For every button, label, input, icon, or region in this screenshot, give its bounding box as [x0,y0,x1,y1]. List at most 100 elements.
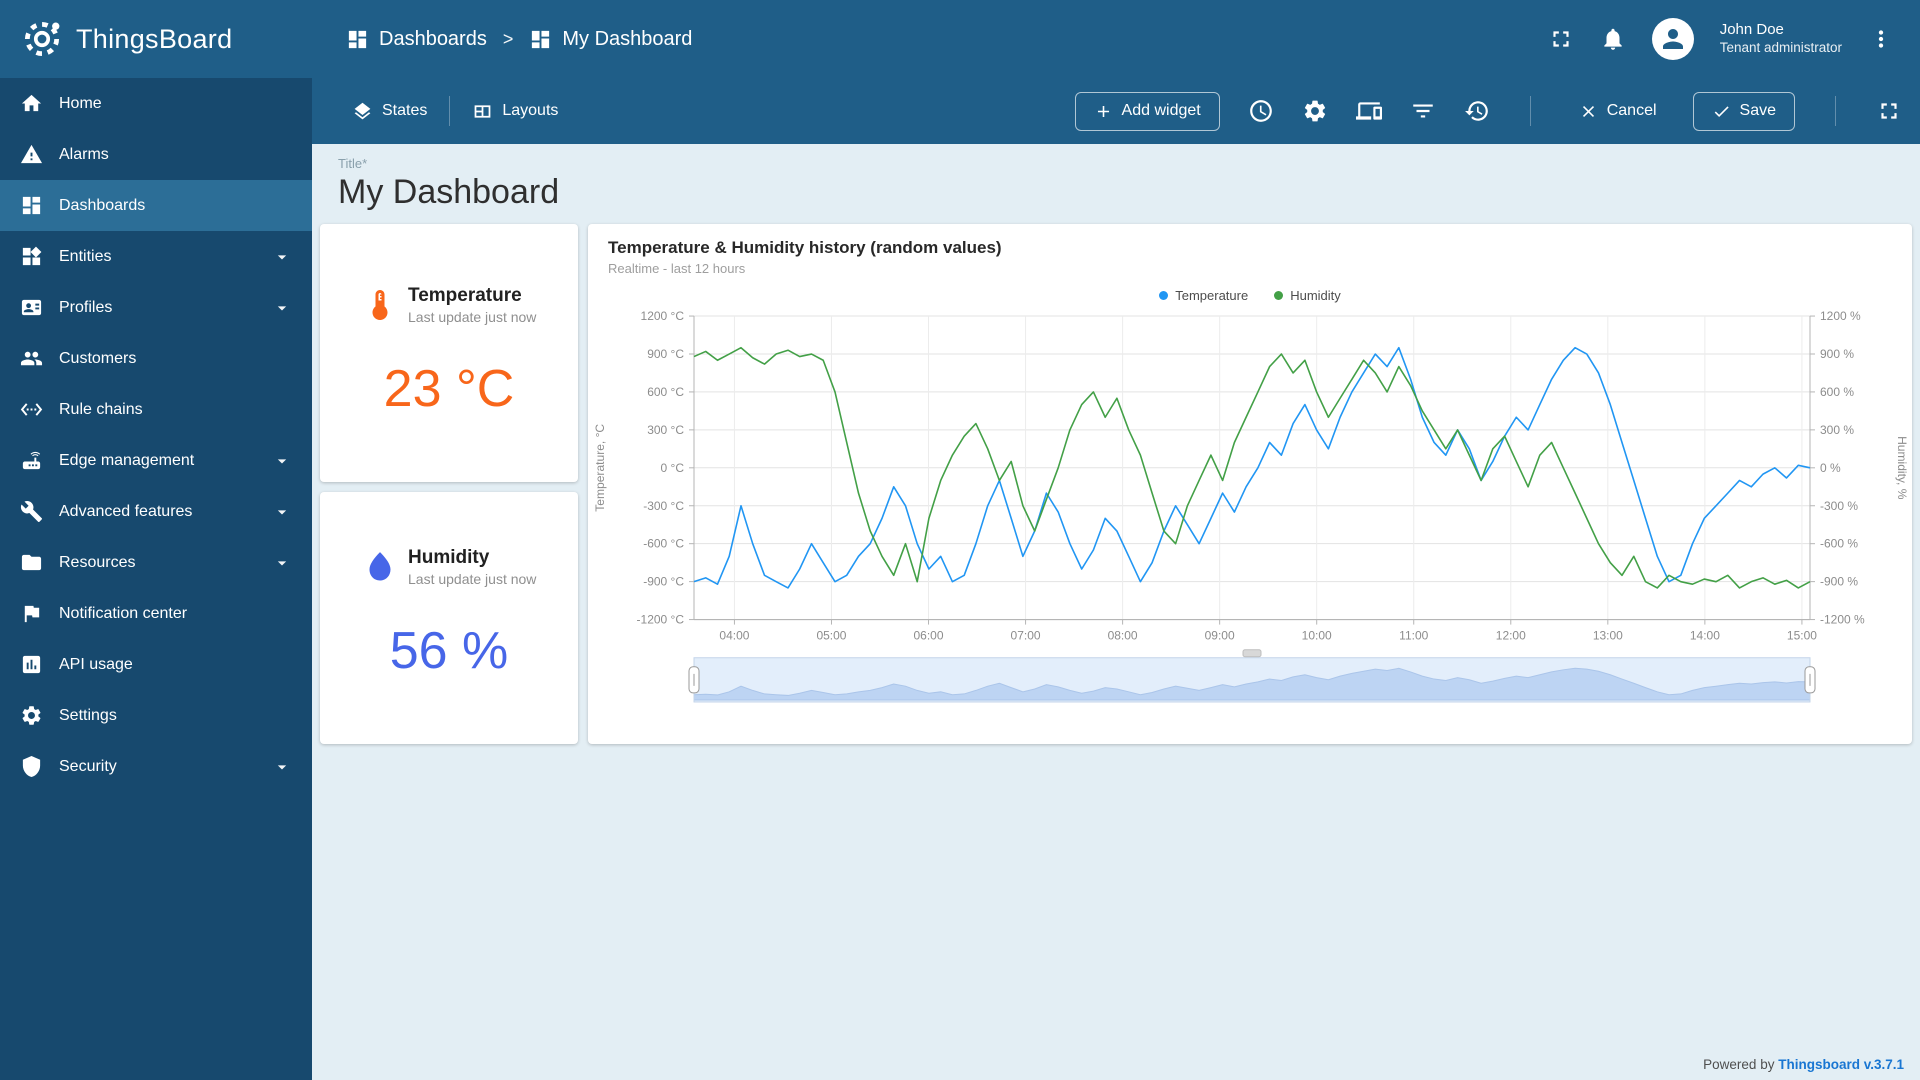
layouts-button[interactable]: Layouts [462,93,568,130]
breadcrumb-label: My Dashboard [562,27,693,50]
sidebar-item-label: Advanced features [59,502,193,520]
user-avatar[interactable] [1651,18,1694,60]
legend-label: Humidity [1290,287,1341,303]
powered-by-text: Powered by [1703,1057,1775,1072]
legend-dot-humidity [1274,290,1284,300]
time-window-clock-icon[interactable] [1248,98,1274,124]
filter-icon[interactable] [1410,98,1436,124]
breadcrumb-current-dashboard[interactable]: My Dashboard [529,28,692,51]
more-vert-icon[interactable] [1868,26,1894,52]
svg-text:-1200 °C: -1200 °C [637,613,685,627]
widget-humidity-card[interactable]: Humidity Last update just now 56 % [320,492,578,744]
thingsboard-logo-icon [24,21,60,57]
svg-text:07:00: 07:00 [1011,629,1041,643]
sidebar-item-label: Alarms [59,145,109,163]
svg-text:06:00: 06:00 [914,629,944,643]
add-widget-button[interactable]: Add widget [1074,91,1220,131]
sidebar-item-notification-center[interactable]: Notification center [0,588,312,639]
svg-text:-600 %: -600 % [1820,537,1858,551]
gear-icon [22,706,41,725]
sidebar-item-api-usage[interactable]: API usage [0,639,312,690]
svg-text:900 %: 900 % [1820,347,1854,361]
wrench-icon [20,501,43,523]
svg-text:05:00: 05:00 [816,629,846,643]
expand-fullscreen-icon[interactable] [1876,98,1902,124]
sidebar-item-alarms[interactable]: Alarms [0,129,312,180]
svg-text:1200 %: 1200 % [1820,309,1861,323]
chevron-down-icon [277,305,287,310]
chevron-down-icon [277,254,287,259]
svg-text:-300 °C: -300 °C [643,499,684,513]
brush-top-handle[interactable] [1242,649,1262,658]
legend-item-humidity[interactable]: Humidity [1274,288,1341,303]
svg-text:600 °C: 600 °C [647,385,684,399]
layers-icon [354,102,371,119]
sidebar-item-resources[interactable]: Resources [0,537,312,588]
sidebar-item-security[interactable]: Security [0,741,312,792]
svg-text:300 °C: 300 °C [647,423,684,437]
cancel-button[interactable]: Cancel [1571,93,1665,130]
sidebar-item-home[interactable]: Home [0,78,312,129]
humidity-value: 56 % [389,621,509,680]
chevron-down-icon [277,509,287,514]
sidebar-item-settings[interactable]: Settings [0,690,312,741]
sidebar-item-dashboards[interactable]: Dashboards [0,180,312,231]
sidebar-item-advanced-features[interactable]: Advanced features [0,486,312,537]
sidebar-item-rule-chains[interactable]: Rule chains [0,384,312,435]
version-link[interactable]: Thingsboard v.3.7.1 [1778,1057,1904,1072]
app-logo[interactable]: ThingsBoard [0,0,312,78]
widget-subtitle: Last update just now [408,570,537,587]
states-label: States [382,102,428,119]
sidebar-item-label: API usage [59,655,133,673]
sidebar-item-label: Entities [59,247,112,265]
dashboards-icon [532,30,550,48]
version-history-icon[interactable] [1464,98,1490,124]
brush-selection[interactable] [693,657,1811,703]
app-name: ThingsBoard [76,23,233,54]
sidebar-item-customers[interactable]: Customers [0,333,312,384]
temperature-value: 23 °C [383,359,515,418]
fullscreen-icon[interactable] [1548,26,1574,52]
sidebar-item-label: Customers [59,349,137,367]
breadcrumb-dashboards[interactable]: Dashboards [346,28,487,51]
widget-temperature-card[interactable]: Temperature Last update just now 23 °C [320,224,578,482]
svg-text:12:00: 12:00 [1496,629,1526,643]
dashboard-title-input[interactable]: My Dashboard [338,173,1894,212]
sidebar-item-entities[interactable]: Entities [0,231,312,282]
widget-title: Humidity [408,547,490,568]
svg-text:15:00: 15:00 [1787,629,1817,643]
close-icon [1582,105,1594,117]
main-column: Dashboards > My Dashboard John Doe Tenan… [312,0,1920,1080]
sidebar-item-label: Dashboards [59,196,146,214]
svg-text:11:00: 11:00 [1399,629,1428,643]
svg-text:-900 °C: -900 °C [643,575,684,589]
states-button[interactable]: States [342,93,437,130]
svg-text:-600 °C: -600 °C [643,537,684,551]
sidebar-item-label: Profiles [59,298,113,316]
svg-text:900 °C: 900 °C [647,347,684,361]
notifications-bell-icon[interactable] [1600,26,1626,52]
svg-text:04:00: 04:00 [719,629,749,643]
timeseries-chart[interactable]: 1200 °C 1200 % 900 °C 900 % 600 °C 600 % 300 °… [588,306,1912,708]
sidebar-item-profiles[interactable]: Profiles [0,282,312,333]
chevron-down-icon [277,764,287,769]
chart-widget-card[interactable]: Temperature & Humidity history (random v… [588,224,1912,744]
sidebar-nav: Home Alarms Dashboards Entities Profiles… [0,78,312,792]
flag-icon [24,605,40,623]
left-widget-column: Temperature Last update just now 23 °C H… [320,224,578,744]
chart-icon [22,655,41,674]
user-menu[interactable]: John Doe Tenant administrator [1720,21,1842,57]
legend-item-temperature[interactable]: Temperature [1159,288,1248,303]
chart-legend: Temperature Humidity [588,284,1912,306]
sidebar-item-edge-management[interactable]: Edge management [0,435,312,486]
save-label: Save [1739,102,1776,119]
dashboard-settings-gear-icon[interactable] [1302,98,1328,124]
svg-text:-1200 %: -1200 % [1820,613,1865,627]
customers-icon [20,351,43,366]
svg-text:13:00: 13:00 [1593,629,1623,643]
warning-icon [20,144,43,164]
save-button[interactable]: Save [1692,91,1795,131]
manage-layouts-devices-icon[interactable] [1355,98,1382,124]
svg-text:09:00: 09:00 [1205,629,1235,643]
svg-text:10:00: 10:00 [1302,629,1332,643]
